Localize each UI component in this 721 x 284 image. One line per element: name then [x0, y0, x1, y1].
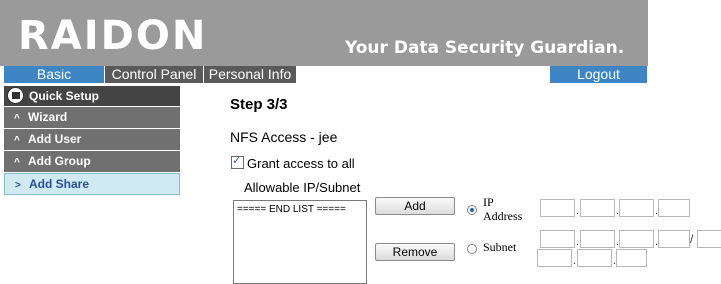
tab-control-panel[interactable]: Control Panel [104, 66, 203, 83]
raidon-logo: RAIDON [18, 13, 208, 59]
sidebar-item-add-share[interactable]: > Add Share [4, 173, 180, 195]
subnet-octet-4[interactable] [658, 230, 690, 248]
octet-separator: . [576, 205, 580, 217]
subnet-slash: / [690, 232, 694, 246]
ip-label-line2: Address [483, 209, 523, 223]
tab-basic[interactable]: Basic [4, 66, 104, 83]
subnet-octet-1[interactable] [540, 230, 575, 248]
subnet-radio[interactable] [467, 244, 477, 254]
mask-octet-2[interactable] [577, 249, 612, 267]
nfs-access-title: NFS Access - jee [230, 129, 338, 145]
ip-octet-3[interactable] [619, 199, 654, 217]
ip-address-label: IP Address [483, 195, 522, 223]
sidebar-item-label: Add Share [29, 177, 90, 191]
chevron-up-icon: ^ [14, 113, 20, 124]
sidebar-item-add-group[interactable]: ^ Add Group [4, 151, 180, 173]
quick-setup-icon [7, 87, 24, 104]
octet-separator: . [573, 255, 577, 267]
sidebar-item-label: Add Group [28, 154, 91, 168]
ip-address-radio[interactable] [467, 205, 477, 215]
ip-octet-2[interactable] [580, 199, 615, 217]
header-banner: RAIDON Your Data Security Guardian. [0, 0, 648, 66]
sidebar-item-add-user[interactable]: ^ Add User [4, 129, 180, 151]
grant-access-row: Grant access to all [231, 154, 355, 171]
sidebar-item-label: Wizard [28, 110, 68, 124]
tab-personal-info[interactable]: Personal Info [203, 66, 296, 83]
octet-separator: . [576, 236, 580, 248]
step-indicator: Step 3/3 [230, 96, 288, 113]
chevron-up-icon: ^ [14, 157, 20, 168]
allowable-ip-label: Allowable IP/Subnet [244, 180, 361, 195]
subnet-prefix-field[interactable] [697, 230, 721, 248]
chevron-up-icon: ^ [14, 135, 20, 146]
tagline: Your Data Security Guardian. [345, 38, 625, 58]
ip-octet-1[interactable] [540, 199, 575, 217]
grant-access-checkbox[interactable] [231, 154, 244, 169]
list-item[interactable]: ===== END LIST ===== [237, 204, 366, 215]
subnet-octet-3[interactable] [619, 230, 654, 248]
remove-button[interactable]: Remove [375, 243, 455, 261]
mask-octet-1[interactable] [537, 249, 572, 267]
logout-button[interactable]: Logout [550, 66, 647, 83]
top-tabs: Basic Control Panel Personal Info Logout [0, 66, 648, 83]
sidebar-item-wizard[interactable]: ^ Wizard [4, 107, 180, 129]
grant-access-label: Grant access to all [247, 156, 355, 171]
subnet-octet-2[interactable] [580, 230, 615, 248]
ip-octet-4[interactable] [658, 199, 690, 217]
sidebar-item-label: Add User [28, 132, 82, 146]
allowed-ip-list[interactable]: ===== END LIST ===== [233, 200, 367, 284]
mask-octet-3[interactable] [616, 249, 647, 267]
add-button[interactable]: Add [375, 197, 455, 215]
chevron-right-icon: > [15, 180, 21, 191]
subnet-label: Subnet [483, 240, 517, 254]
sidebar-quick-setup[interactable]: Quick Setup [4, 86, 180, 107]
sidebar-item-label: Quick Setup [29, 89, 100, 103]
sidebar: Quick Setup ^ Wizard ^ Add User ^ Add Group… [4, 86, 180, 195]
ip-label-line1: IP [483, 195, 494, 209]
